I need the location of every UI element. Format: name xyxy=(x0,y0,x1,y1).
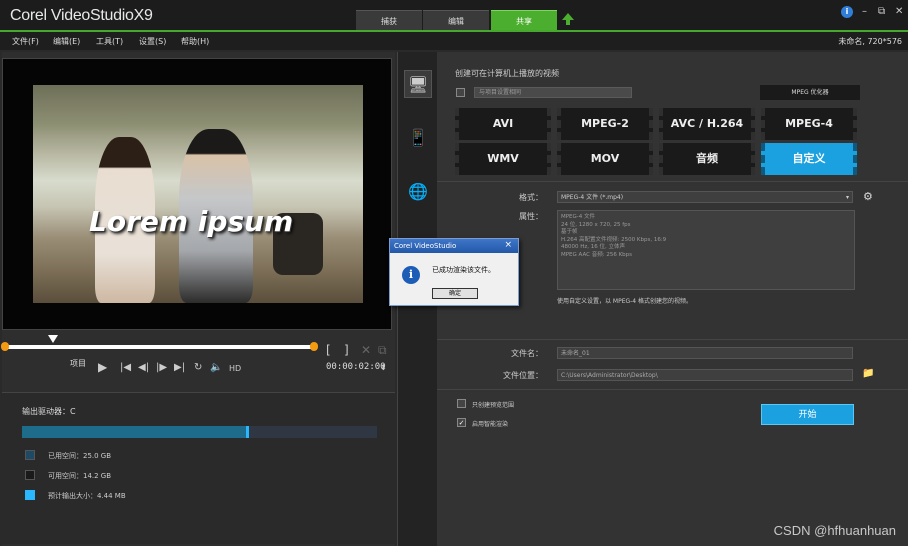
used-space-swatch xyxy=(25,450,35,460)
home-icon[interactable]: |◀ xyxy=(120,362,131,373)
web-globe-icon[interactable]: 🌐 xyxy=(404,178,432,206)
profile-checkbox[interactable] xyxy=(456,88,465,97)
smart-render-label: 启用智能渲染 xyxy=(472,421,509,428)
play-icon[interactable]: ▶ xyxy=(98,360,107,374)
menu-bar: 文件(F) 编辑(E) 工具(T) 设置(S) 帮助(H) 未命名, 720*5… xyxy=(0,32,908,50)
title-overlay-text: Lorem ipsum xyxy=(89,205,294,238)
menu-tools[interactable]: 工具(T) xyxy=(96,36,123,47)
device-icon[interactable]: 📱 xyxy=(404,124,432,152)
next-frame-icon[interactable]: |▶ xyxy=(156,362,167,373)
format-custom[interactable]: 自定义 xyxy=(761,143,857,175)
enlarge-icon[interactable]: ⧉ xyxy=(378,343,387,358)
hd-icon[interactable]: HD xyxy=(229,364,241,373)
info-icon[interactable]: i xyxy=(841,6,853,18)
format-mpeg2[interactable]: MPEG-2 xyxy=(557,108,653,140)
free-space-text: 可用空间：14.2 GB xyxy=(48,472,112,480)
property-line: MPEG-4 文件 xyxy=(561,214,596,220)
app-window: Corel VideoStudioX9 捕获 编辑 共享 i – ⧉ ✕ 文件(… xyxy=(0,0,908,546)
playhead-marker[interactable] xyxy=(48,335,58,343)
property-line: MPEG AAC 音频: 256 Kbps xyxy=(561,251,633,258)
prev-frame-icon[interactable]: ◀| xyxy=(138,362,149,373)
gear-icon[interactable]: ⚙ xyxy=(863,190,873,203)
estimated-size-text: 预计输出大小：4.44 MB xyxy=(48,492,126,500)
smart-render-checkbox[interactable]: ✓ xyxy=(457,418,466,427)
location-label: 文件位置： xyxy=(503,371,543,380)
property-line: H.264 高配置文件视频: 2500 Kbps, 16:9 xyxy=(561,236,667,243)
end-icon[interactable]: ▶| xyxy=(174,362,185,373)
menu-help[interactable]: 帮助(H) xyxy=(181,36,209,47)
output-drive-label: 输出驱动器：C xyxy=(22,407,76,416)
timecode[interactable]: 00:00:02:00 xyxy=(326,362,386,372)
upload-arrow-icon[interactable] xyxy=(561,12,575,26)
divider xyxy=(437,389,908,390)
trim-start-handle[interactable] xyxy=(1,342,9,351)
restore-icon[interactable]: ⧉ xyxy=(878,6,885,17)
format-mov[interactable]: MOV xyxy=(557,143,653,175)
format-audio[interactable]: 音频 xyxy=(659,143,755,175)
menu-edit[interactable]: 编辑(E) xyxy=(53,36,80,47)
tab-edit[interactable]: 编辑 xyxy=(423,10,489,31)
scrub-bar[interactable] xyxy=(4,345,314,349)
dialog-title: Corel VideoStudio xyxy=(390,239,518,253)
menu-settings[interactable]: 设置(S) xyxy=(139,36,166,47)
project-info: 未命名, 720*576 xyxy=(838,37,902,46)
app-logo: Corel VideoStudioX9 xyxy=(10,7,153,24)
preview-window: Lorem ipsum xyxy=(2,58,392,330)
format-avc-h264[interactable]: AVC / H.264 xyxy=(659,108,755,140)
divider xyxy=(437,339,908,340)
trim-end-handle[interactable] xyxy=(310,342,318,351)
watermark: CSDN @hfhuanhuan xyxy=(773,523,896,538)
info-icon: i xyxy=(402,266,420,284)
timecode-stepper-icon[interactable]: ⬍ xyxy=(380,363,387,372)
format-avi[interactable]: AVI xyxy=(455,108,551,140)
minimize-icon[interactable]: – xyxy=(862,6,867,17)
dialog-ok-button[interactable]: 确定 xyxy=(432,288,478,299)
cut-icon[interactable]: ✕ xyxy=(361,343,371,357)
used-space-text: 已用空间：25.0 GB xyxy=(48,452,112,460)
preview-range-label: 只创建预览范围 xyxy=(472,402,515,409)
format-wmv[interactable]: WMV xyxy=(455,143,551,175)
start-button[interactable]: 开始 xyxy=(761,404,854,425)
volume-icon[interactable]: 🔈 xyxy=(210,362,222,373)
dialog-close-icon[interactable]: × xyxy=(504,240,512,250)
location-input[interactable]: C:\Users\Administrator\Desktop\ xyxy=(557,369,853,381)
mpeg-optimizer-button[interactable]: MPEG 优化器 xyxy=(760,85,860,100)
tab-share[interactable]: 共享 xyxy=(491,10,557,31)
close-icon[interactable]: ✕ xyxy=(895,6,903,17)
property-line: 基于帧 xyxy=(561,229,578,235)
format-select[interactable]: MPEG-4 文件 (*.mp4) ▾ xyxy=(557,191,853,203)
estimated-output-marker xyxy=(246,426,249,438)
free-space-swatch xyxy=(25,470,35,480)
filename-label: 文件名： xyxy=(511,349,543,358)
property-line: 48000 Hz, 16 位, 立体声 xyxy=(561,244,626,250)
properties-label: 属性： xyxy=(519,212,543,221)
drive-usage-fill xyxy=(22,426,246,438)
divider xyxy=(437,181,908,182)
menu-file[interactable]: 文件(F) xyxy=(12,36,39,47)
project-label: 项目 xyxy=(70,359,86,368)
folder-icon[interactable]: 📁 xyxy=(862,368,874,379)
property-line: 24 位, 1280 x 720, 25 fps xyxy=(561,221,631,228)
preview-range-checkbox[interactable] xyxy=(457,399,466,408)
mark-out-icon[interactable]: ] xyxy=(344,343,349,357)
properties-note: 使用自定义设置，以 MPEG-4 格式创建您的视频。 xyxy=(557,298,693,305)
tab-capture[interactable]: 捕获 xyxy=(356,10,422,31)
format-label: 格式： xyxy=(519,193,543,202)
computer-icon[interactable]: 🖥 xyxy=(404,70,432,98)
repeat-icon[interactable]: ↻ xyxy=(194,362,202,373)
estimated-size-swatch xyxy=(25,490,35,500)
format-mpeg4[interactable]: MPEG-4 xyxy=(761,108,857,140)
mark-in-icon[interactable]: [ xyxy=(326,343,331,357)
properties-box: MPEG-4 文件 24 位, 1280 x 720, 25 fps 基于帧 H.26… xyxy=(557,210,855,290)
preview-image: Lorem ipsum xyxy=(33,85,363,303)
profile-dropdown[interactable]: 与项目设置相同 xyxy=(474,87,632,98)
chevron-down-icon: ▾ xyxy=(845,194,849,201)
share-heading: 创建可在计算机上播放的视频 xyxy=(455,69,559,78)
filename-input[interactable]: 未命名_01 xyxy=(557,347,853,359)
title-bar: Corel VideoStudioX9 捕获 编辑 共享 i – ⧉ ✕ xyxy=(0,0,908,32)
render-complete-dialog: Corel VideoStudio × i 已成功渲染该文件。 确定 xyxy=(389,238,519,306)
dialog-message: 已成功渲染该文件。 xyxy=(432,266,495,274)
